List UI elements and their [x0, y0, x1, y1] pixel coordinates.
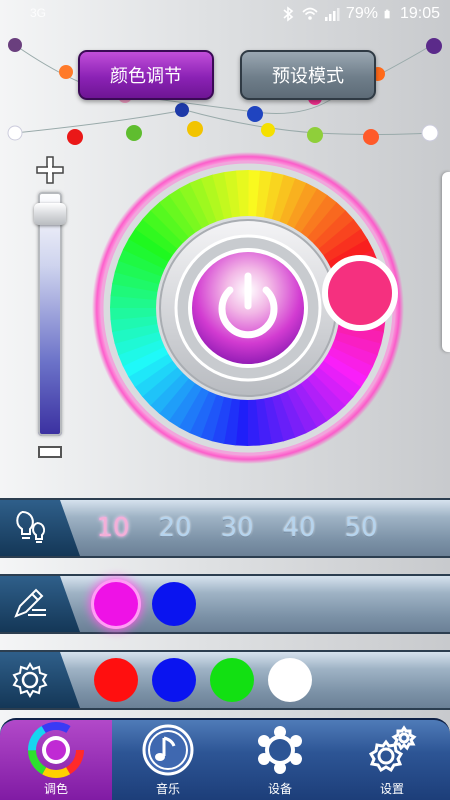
preset-swatch-blue[interactable] — [152, 658, 196, 702]
app-screen: 3G 79% 19:05 颜色调节 预设模式 10 20 30 40 50 调色… — [0, 0, 450, 800]
timer-row: 10 20 30 40 50 — [0, 498, 450, 558]
plus-icon[interactable] — [36, 156, 64, 184]
garland-decoration — [7, 38, 442, 145]
color-wheel-icon — [28, 722, 84, 778]
status-bar: 3G 79% 19:05 — [0, 0, 450, 30]
bulb — [363, 129, 379, 145]
preset-swatch-green[interactable] — [210, 658, 254, 702]
bluetooth-icon — [283, 6, 294, 22]
timer-option-20[interactable]: 20 — [158, 513, 192, 543]
settings-icon — [368, 725, 417, 773]
preset-row-icon-box — [0, 652, 80, 708]
bulb — [175, 103, 189, 117]
music-icon — [142, 724, 194, 776]
signal-icon — [324, 8, 340, 21]
bulb — [7, 125, 23, 141]
brightness-slider[interactable] — [30, 150, 70, 460]
custom-color-row — [0, 574, 450, 634]
custom-swatch-magenta[interactable] — [94, 582, 138, 626]
brightness-thumb[interactable] — [34, 203, 66, 226]
nav-device[interactable]: 设备 — [224, 720, 336, 800]
battery-icon — [384, 9, 390, 19]
nav-device-label: 设备 — [267, 782, 292, 796]
color-adjust-tab[interactable]: 颜色调节 — [78, 50, 214, 100]
timer-option-40[interactable]: 40 — [282, 513, 316, 543]
nav-color[interactable]: 调色 — [0, 720, 112, 800]
preset-color-row — [0, 650, 450, 710]
side-drawer-handle[interactable] — [442, 172, 450, 352]
bulb — [59, 65, 73, 79]
garland-bulbs — [7, 38, 442, 145]
bulb — [426, 38, 442, 54]
network-type: 3G — [30, 6, 47, 20]
bulb — [261, 123, 275, 137]
nav-settings-label: 设置 — [379, 782, 404, 796]
battery-percent: 79% — [345, 5, 378, 22]
color-adjust-tab-label: 颜色调节 — [110, 66, 182, 87]
timer-row-icon-box — [0, 500, 80, 556]
timer-option-50[interactable]: 50 — [344, 513, 378, 543]
gear-icon — [12, 662, 48, 698]
color-picker-handle[interactable] — [322, 255, 398, 331]
color-wheel[interactable] — [90, 150, 406, 466]
custom-swatch-blue[interactable] — [152, 582, 196, 626]
bulb — [421, 124, 439, 142]
wifi-icon — [302, 7, 318, 20]
clock: 19:05 — [399, 5, 440, 22]
bottom-nav: 调色 音乐 设备 设置 — [0, 718, 450, 800]
preset-swatch-red[interactable] — [94, 658, 138, 702]
bulb — [126, 125, 142, 141]
timer-option-30[interactable]: 30 — [220, 513, 254, 543]
brightness-track[interactable] — [38, 192, 62, 436]
preset-mode-tab[interactable]: 预设模式 — [240, 50, 376, 100]
timer-option-10[interactable]: 10 — [96, 513, 130, 543]
bulb — [307, 127, 323, 143]
bulb — [67, 129, 83, 145]
nav-color-label: 调色 — [43, 782, 68, 796]
nav-music[interactable]: 音乐 — [112, 720, 224, 800]
nav-settings[interactable]: 设置 — [336, 720, 448, 800]
bulb — [247, 106, 263, 122]
color-wheel-graphic[interactable] — [90, 150, 406, 466]
device-icon — [258, 726, 302, 774]
lightbulbs-icon — [16, 510, 46, 543]
preset-mode-tab-label: 预设模式 — [272, 66, 344, 87]
minus-icon[interactable] — [38, 446, 62, 458]
custom-row-icon-box — [0, 576, 80, 632]
bulb — [187, 121, 203, 137]
bulb — [8, 38, 22, 52]
timer-options: 10 20 30 40 50 — [96, 500, 378, 556]
edit-icon — [14, 588, 46, 618]
preset-swatch-white[interactable] — [268, 658, 312, 702]
nav-music-label: 音乐 — [155, 782, 180, 796]
power-button[interactable] — [188, 248, 308, 368]
